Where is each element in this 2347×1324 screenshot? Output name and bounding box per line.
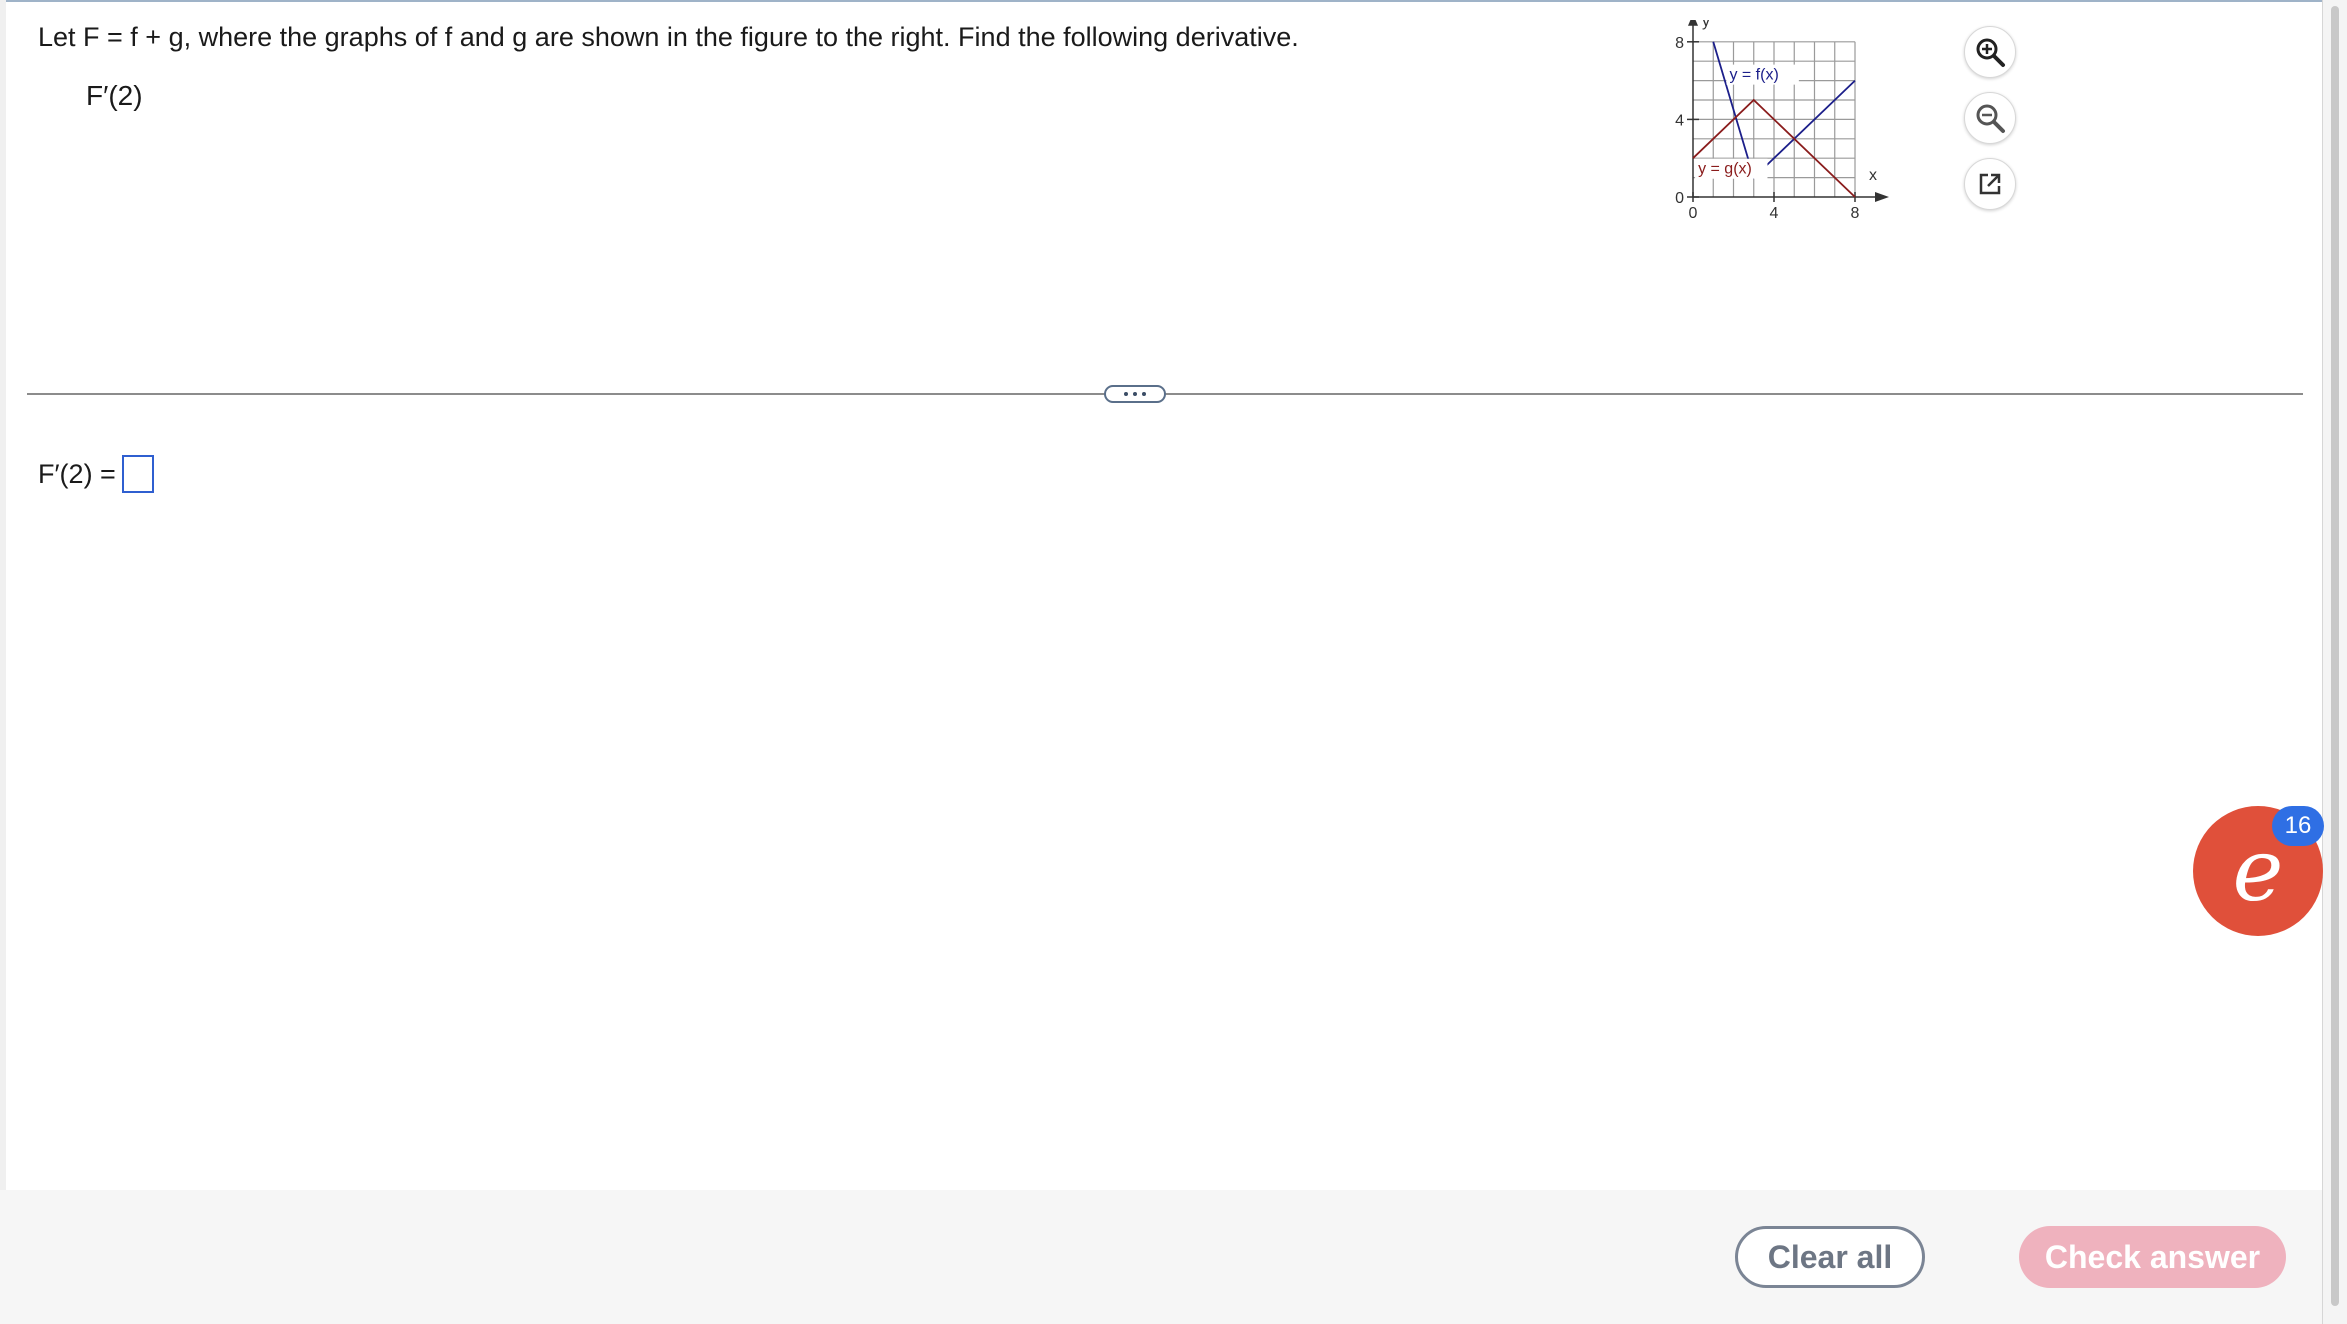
more-dot xyxy=(1142,392,1146,396)
y-tick-label: 8 xyxy=(1675,35,1684,52)
question-prompt: Let F = f + g, where the graphs of f and… xyxy=(38,22,1299,52)
x-axis-arrow xyxy=(1875,192,1889,202)
y-axis-label: y xyxy=(1702,20,1710,30)
y-tick-label: 4 xyxy=(1675,112,1684,129)
series-label-g-text: y = g(x) xyxy=(1698,161,1752,178)
x-tick-label: 4 xyxy=(1770,205,1779,222)
answer-input[interactable] xyxy=(121,455,154,493)
footer-bar xyxy=(0,1190,2322,1324)
question-expression: F′(2) xyxy=(86,80,143,111)
more-dot xyxy=(1124,392,1128,396)
series-label-f-text: y = f(x) xyxy=(1729,67,1778,84)
top-border xyxy=(0,0,2322,2)
left-gutter xyxy=(0,0,6,1190)
scrollbar-thumb[interactable] xyxy=(2331,6,2339,1306)
zoom-in-button[interactable] xyxy=(1964,26,2016,78)
popout-button[interactable] xyxy=(1964,158,2016,210)
more-button[interactable] xyxy=(1104,385,1166,403)
more-dot xyxy=(1133,392,1137,396)
check-answer-button[interactable]: Check answer xyxy=(2019,1226,2286,1288)
external-link-icon xyxy=(1979,173,2001,195)
x-tick-label: 0 xyxy=(1689,205,1698,222)
series-label-g: y = g(x) xyxy=(1695,158,1768,179)
series-line-f xyxy=(1712,41,1856,180)
zoom-in-icon xyxy=(1976,38,2005,67)
helper-badge: 16 xyxy=(2272,806,2324,846)
zoom-out-icon xyxy=(1976,104,2005,133)
answer-label: F′(2) = xyxy=(38,458,116,489)
x-tick-label: 8 xyxy=(1851,205,1860,222)
y-axis-arrow xyxy=(1688,20,1698,26)
clear-all-button[interactable]: Clear all xyxy=(1735,1226,1925,1288)
x-axis-label: x xyxy=(1869,167,1877,184)
series-label-f: y = f(x) xyxy=(1726,64,1799,85)
page-scrollbar[interactable] xyxy=(2322,0,2347,1324)
y-tick-label: 0 xyxy=(1675,190,1684,207)
graph-figure: 00 4 4 8 8 x y y = f(x) y = g(x) xyxy=(1675,20,1889,222)
answer-row: F′(2) = xyxy=(38,455,154,493)
zoom-out-button[interactable] xyxy=(1964,92,2016,144)
